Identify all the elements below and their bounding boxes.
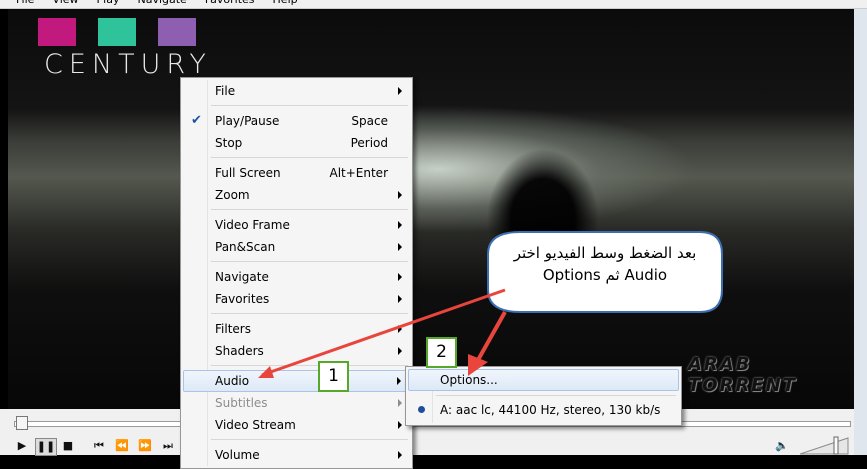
menu-item-audio-options[interactable]: Options...: [408, 369, 679, 391]
radio-selected-icon: [418, 406, 425, 413]
menu-item-label: Subtitles: [215, 396, 268, 410]
menu-item-label: File: [215, 84, 236, 98]
menubar: File View Play Navigate Favorites Help: [0, 0, 867, 9]
menu-item-video-frame[interactable]: Video Frame: [183, 214, 410, 236]
submenu-arrow-icon: [398, 243, 402, 251]
menu-item-play-pause[interactable]: ✔ Play/Pause Space: [183, 110, 410, 132]
menu-separator: [211, 313, 408, 314]
menu-separator: [211, 365, 408, 366]
menu-separator: [211, 105, 408, 106]
submenu-arrow-icon: [398, 273, 402, 281]
menu-item-filters[interactable]: Filters: [183, 318, 410, 340]
stop-button[interactable]: ■: [60, 438, 76, 454]
menu-item-label: Pan&Scan: [215, 240, 276, 254]
play-button[interactable]: ▶: [14, 438, 30, 454]
menu-item-navigate[interactable]: Navigate: [183, 266, 410, 288]
menu-item-favorites[interactable]: Favorites: [183, 288, 410, 310]
step-1-badge: 1: [318, 361, 349, 392]
window-right-edge: [854, 9, 867, 455]
audio-submenu: Options... A: aac lc, 44100 Hz, stereo, …: [405, 366, 682, 426]
menu-navigate[interactable]: Navigate: [137, 0, 186, 8]
menu-item-label: Video Frame: [215, 218, 290, 232]
menu-help[interactable]: Help: [273, 0, 298, 8]
menu-item-file[interactable]: File: [183, 80, 410, 102]
menu-item-label: Shaders: [215, 344, 264, 358]
checkmark-icon: ✔: [191, 113, 202, 128]
menu-item-label: Video Stream: [215, 418, 296, 432]
callout-line-2: Audio ثم Options: [542, 266, 668, 284]
menu-item-volume[interactable]: Volume: [183, 444, 410, 466]
menu-item-pan-scan[interactable]: Pan&Scan: [183, 236, 410, 258]
menu-item-label: A: aac lc, 44100 Hz, stereo, 130 kb/s: [440, 403, 661, 417]
submenu-arrow-icon: [398, 325, 402, 333]
menu-item-label: Navigate: [215, 270, 269, 284]
menu-item-label: Audio: [215, 374, 250, 388]
menu-item-shortcut: Alt+Enter: [329, 166, 388, 180]
watermark: ARAB TORRENT: [688, 354, 797, 396]
menu-item-label: Favorites: [215, 292, 270, 306]
logo-text: CENTURY: [44, 49, 212, 80]
menu-item-video-stream[interactable]: Video Stream: [183, 414, 410, 436]
submenu-arrow-icon: [398, 191, 402, 199]
logo-block: [98, 18, 136, 46]
submenu-arrow-icon: [398, 347, 402, 355]
menu-item-label: Options...: [440, 373, 498, 387]
submenu-arrow-icon: [398, 295, 402, 303]
menu-item-shaders[interactable]: Shaders: [183, 340, 410, 362]
menu-item-audio[interactable]: Audio: [183, 370, 410, 392]
submenu-arrow-icon: [398, 421, 402, 429]
submenu-arrow-icon: [398, 451, 402, 459]
menu-item-subtitles: Subtitles: [183, 392, 410, 414]
submenu-arrow-icon: [398, 221, 402, 229]
submenu-arrow-icon: [397, 377, 401, 385]
menu-separator: [211, 439, 408, 440]
channel-logo: [38, 18, 196, 46]
menu-item-full-screen[interactable]: Full Screen Alt+Enter: [183, 162, 410, 184]
menu-separator: [211, 261, 408, 262]
pause-button[interactable]: ❚❚: [35, 438, 57, 456]
menu-item-label: Full Screen: [215, 166, 281, 180]
submenu-arrow-icon: [398, 399, 402, 407]
menu-view[interactable]: View: [52, 0, 78, 8]
menu-item-zoom[interactable]: Zoom: [183, 184, 410, 206]
logo-block: [158, 18, 196, 46]
menu-separator: [436, 395, 676, 396]
menu-file[interactable]: File: [16, 0, 34, 8]
forward-button[interactable]: ⏩: [136, 438, 154, 454]
callout-line-1: بعد الضغط وسط الفيديو اختر: [513, 244, 697, 262]
control-bar: ▶ ❚❚ ■ ⏮ ⏪ ⏩ ⏭ 🔈: [0, 436, 854, 456]
menu-item-stop[interactable]: Stop Period: [183, 132, 410, 154]
menu-separator: [211, 157, 408, 158]
menu-item-label: Play/Pause: [215, 114, 280, 128]
menu-item-audio-stream[interactable]: A: aac lc, 44100 Hz, stereo, 130 kb/s: [408, 399, 679, 421]
rewind-button[interactable]: ⏪: [113, 438, 131, 454]
menu-play[interactable]: Play: [97, 0, 120, 8]
callout-text: بعد الضغط وسط الفيديو اختر Audio ثم Opti…: [496, 242, 714, 286]
menu-item-label: Volume: [215, 448, 260, 462]
context-menu: File ✔ Play/Pause Space Stop Period Full…: [180, 77, 413, 469]
menu-item-label: Stop: [215, 136, 243, 150]
menu-item-shortcut: Period: [350, 136, 388, 150]
menu-item-label: Zoom: [215, 188, 250, 202]
next-button[interactable]: ⏭: [159, 438, 177, 454]
menu-item-label: Filters: [215, 322, 251, 336]
step-2-badge: 2: [426, 337, 457, 368]
menu-item-shortcut: Space: [351, 114, 388, 128]
menu-favorites[interactable]: Favorites: [205, 0, 255, 8]
prev-button[interactable]: ⏮: [90, 438, 108, 454]
menu-separator: [211, 209, 408, 210]
volume-slider[interactable]: [800, 436, 850, 455]
seek-thumb[interactable]: [16, 416, 28, 430]
submenu-arrow-icon: [398, 87, 402, 95]
logo-block: [38, 18, 76, 46]
volume-icon[interactable]: 🔈: [773, 438, 791, 454]
